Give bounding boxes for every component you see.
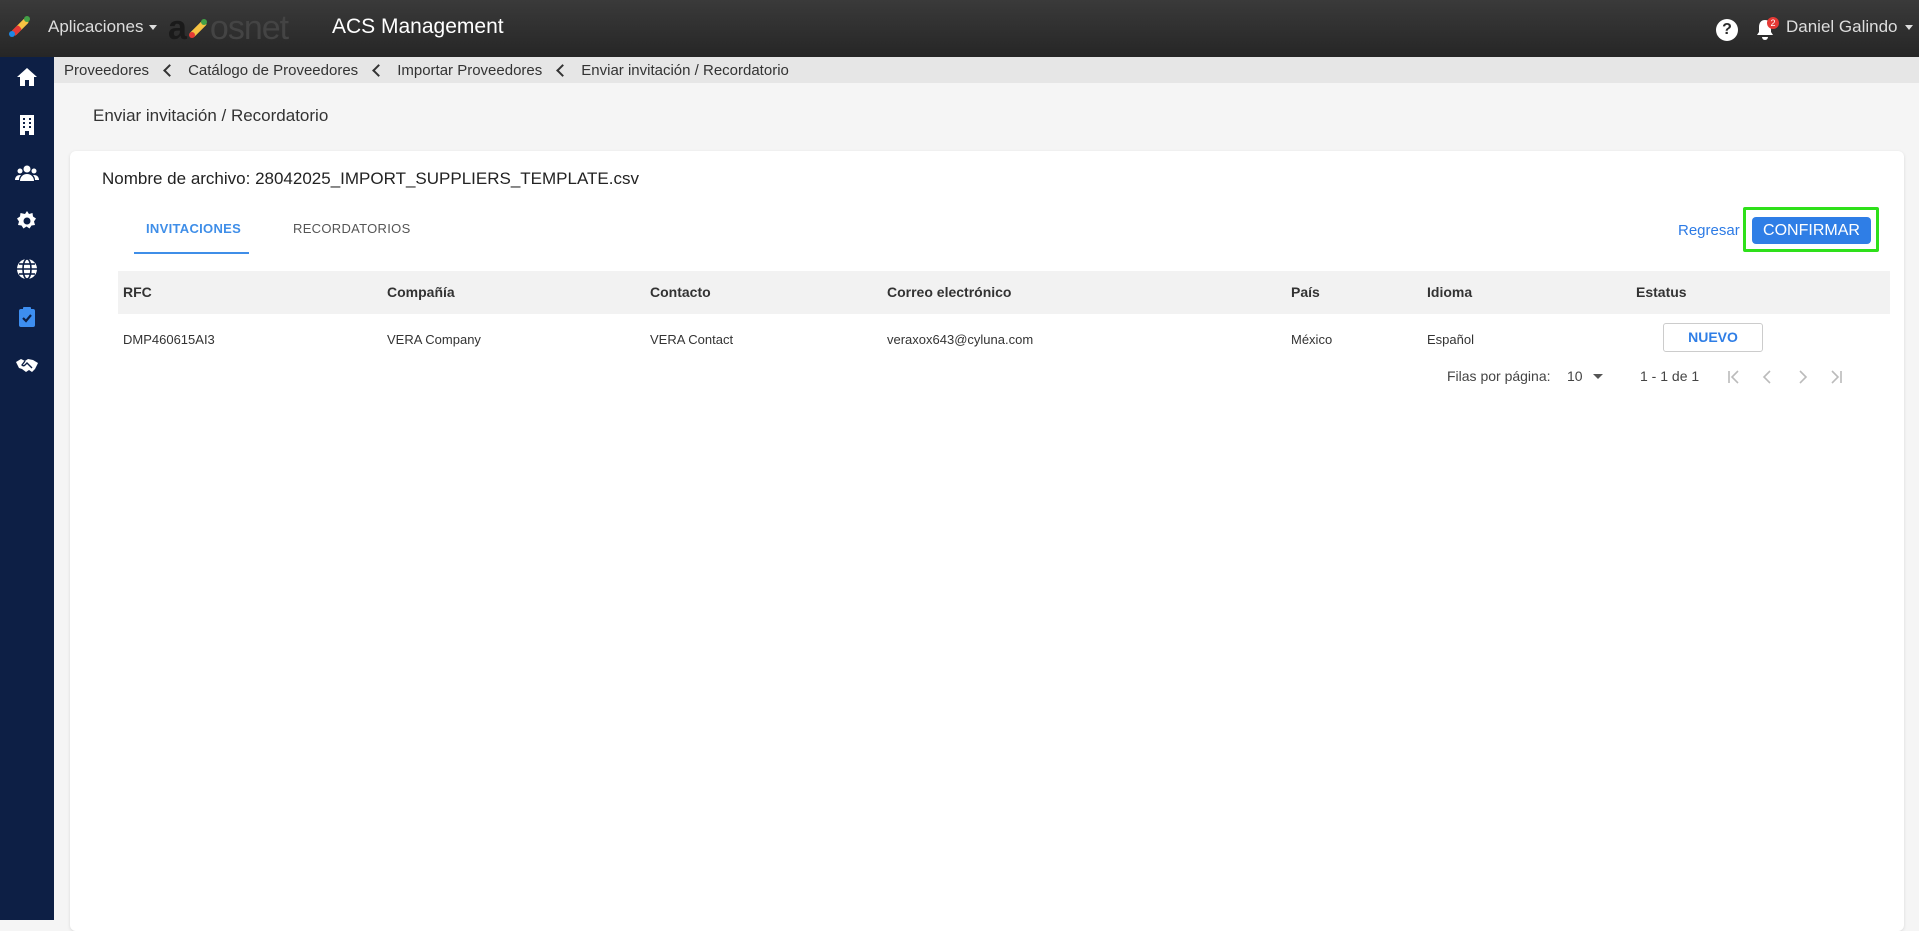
building-icon [20,115,34,135]
column-header-company: Compañía [387,284,455,300]
rows-per-page-label: Filas por página: [1447,368,1551,384]
brand-suffix: osnet [209,9,289,47]
file-name-label: Nombre de archivo: 28042025_IMPORT_SUPPL… [102,169,639,188]
active-tab-indicator [134,252,249,254]
cell-rfc: DMP460615AI3 [123,332,215,347]
notifications-bell-icon[interactable]: 2 [1753,17,1779,43]
cell-language: Español [1427,332,1474,347]
sidebar-item-global[interactable] [0,249,54,289]
help-icon[interactable]: ? [1716,19,1738,41]
app-title: ACS Management [332,15,504,38]
top-bar: Aplicaciones a osnet ACS Management ? 2 … [0,0,1919,57]
chevron-left-icon [163,63,176,77]
page-title: Enviar invitación / Recordatorio [93,106,329,125]
user-name: Daniel Galindo [1786,17,1898,36]
cell-email: veraxox643@cyluna.com [887,332,1034,347]
tab-invitaciones[interactable]: INVITACIONES [146,221,241,236]
gear-icon [17,211,36,229]
users-icon [15,165,39,181]
status-badge: NUEVO [1663,323,1763,352]
chevron-down-icon [1904,24,1913,30]
clipboard-check-icon [19,307,35,327]
confirm-button[interactable]: CONFIRMAR [1752,217,1871,244]
app-logo-icon[interactable] [6,13,34,41]
sidebar-item-settings[interactable] [0,201,54,241]
table-header: RFC Compañía Contacto Correo electrónico… [118,271,1890,314]
last-page-icon[interactable] [1827,368,1845,386]
globe-icon [17,258,37,280]
rows-per-page-value: 10 [1567,368,1583,384]
cell-country: México [1291,332,1333,347]
apps-menu[interactable]: Aplicaciones [48,17,158,37]
previous-page-icon[interactable] [1759,368,1777,386]
brand-logo: a osnet [168,9,289,48]
breadcrumb-item-catalogo[interactable]: Catálogo de Proveedores [188,62,358,79]
chevron-left-icon [372,63,386,77]
rows-per-page-select[interactable]: 10 [1567,368,1603,384]
notification-badge: 2 [1767,17,1779,29]
sidebar-item-partners[interactable] [0,345,54,385]
breadcrumb-item-current: Enviar invitación / Recordatorio [581,61,789,79]
column-header-email: Correo electrónico [887,284,1012,300]
pagination-range: 1 - 1 de 1 [1640,368,1700,384]
cell-contact: VERA Contact [650,332,734,347]
sidebar-item-buildings[interactable] [0,105,54,145]
sidebar-item-home[interactable] [0,57,54,97]
column-header-contact: Contacto [650,284,711,300]
column-header-country: País [1291,284,1320,300]
sidebar-item-users[interactable] [0,153,54,193]
handshake-icon [16,359,38,372]
tab-recordatorios[interactable]: RECORDATORIOS [293,221,411,236]
column-header-language: Idioma [1427,284,1473,300]
column-header-rfc: RFC [123,284,152,300]
breadcrumb-item-importar[interactable]: Importar Proveedores [397,62,542,79]
chevron-left-icon [556,63,570,77]
sidebar-item-suppliers[interactable] [0,297,54,337]
user-menu[interactable]: Daniel Galindo [1786,17,1913,37]
sidebar [0,57,54,920]
brand-prefix: a [168,9,187,47]
home-icon [17,68,37,86]
brand-mark-icon [188,18,207,38]
first-page-icon[interactable] [1725,368,1743,386]
next-page-icon[interactable] [1793,368,1811,386]
back-link[interactable]: Regresar [1678,222,1740,239]
breadcrumb-item-proveedores[interactable]: Proveedores [64,62,149,79]
apps-menu-label: Aplicaciones [48,17,144,36]
chevron-down-icon [1592,373,1603,379]
main-card: Nombre de archivo: 28042025_IMPORT_SUPPL… [70,151,1904,931]
cell-company: VERA Company [387,332,481,347]
chevron-down-icon [149,24,158,30]
breadcrumb: Proveedores Catálogo de Proveedores Impo… [54,57,1919,83]
column-header-status: Estatus [1636,284,1687,300]
